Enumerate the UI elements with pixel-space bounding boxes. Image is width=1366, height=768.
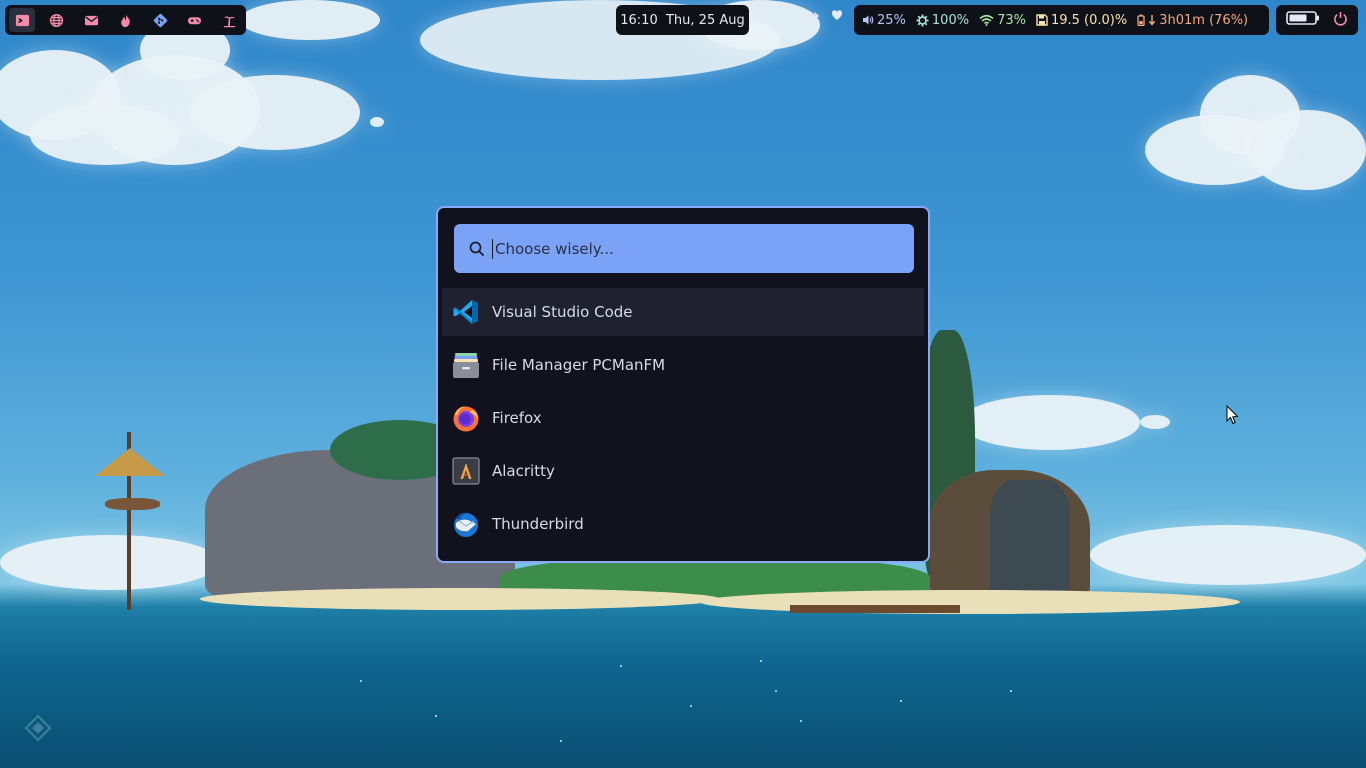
clock-time: 16:10 [620,12,658,28]
app-item-firefox[interactable]: Firefox [442,394,924,442]
shield-heart-icon[interactable] [831,9,843,25]
app-item-label: Thunderbird [492,515,584,533]
battery-time-value: 3h01m (76%) [1159,12,1249,28]
workspace-switcher [5,5,246,35]
search-icon [469,241,485,256]
workspace-terminal-icon[interactable] [9,8,35,32]
brightness-status[interactable]: 100% [916,13,969,28]
logout-arrow-icon[interactable] [806,9,820,27]
vscode-icon [452,298,480,326]
alacritty-icon [452,457,480,485]
app-item-thunderbird[interactable]: Thunderbird [442,500,924,548]
disk-status[interactable]: 19.5 (0.0)% [1036,13,1127,28]
thunderbird-icon [452,510,480,538]
wifi-icon [979,14,994,26]
app-item-label: Visual Studio Code [492,303,633,321]
system-stats: 25% 100% 73% 19.5 (0.0)% 3h01m (76%) [854,5,1269,35]
workspace-gamepad-icon[interactable] [182,8,208,32]
app-item-label: Alacritty [492,462,555,480]
search-bar[interactable] [454,224,914,273]
firefox-icon [452,404,480,432]
volume-status[interactable]: 25% [862,13,906,28]
corner-logo-icon [22,712,54,744]
disk-value: 19.5 (0.0)% [1050,12,1128,28]
power-icon[interactable] [1333,11,1348,30]
app-list: Visual Studio Code File Manager PCManFM … [442,288,924,553]
workspace-mail-icon[interactable] [78,8,104,32]
clock[interactable]: 16:10 Thu, 25 Aug [616,5,749,35]
workspace-globe-icon[interactable] [44,8,70,32]
brightness-value: 100% [931,12,970,28]
battery-time-status[interactable]: 3h01m (76%) [1137,13,1248,28]
search-input[interactable] [492,238,895,259]
app-item-alacritty[interactable]: Alacritty [442,447,924,495]
app-item-file-manager[interactable]: File Manager PCManFM [442,341,924,389]
floppy-disk-icon [1036,14,1048,26]
workspace-island-icon[interactable] [216,8,242,32]
clock-date: Thu, 25 Aug [665,12,745,28]
battery-icon[interactable] [1286,10,1320,30]
mouse-cursor-icon [1226,404,1239,429]
workspace-fire-icon[interactable] [113,8,139,32]
battery-low-icon [1137,14,1145,26]
volume-value: 25% [877,12,906,28]
app-item-vscode[interactable]: Visual Studio Code [442,288,924,336]
brightness-gear-icon [916,14,929,26]
volume-icon [863,15,874,25]
app-item-label: File Manager PCManFM [492,356,666,374]
wifi-value: 73% [997,12,1026,28]
wifi-status[interactable]: 73% [979,13,1026,28]
app-launcher: Visual Studio Code File Manager PCManFM … [436,206,930,563]
arrow-down-icon [1148,15,1156,26]
app-item-label: Firefox [492,409,542,427]
power-module [1276,5,1358,35]
file-manager-icon [452,351,480,379]
workspace-git-icon[interactable] [147,8,173,32]
